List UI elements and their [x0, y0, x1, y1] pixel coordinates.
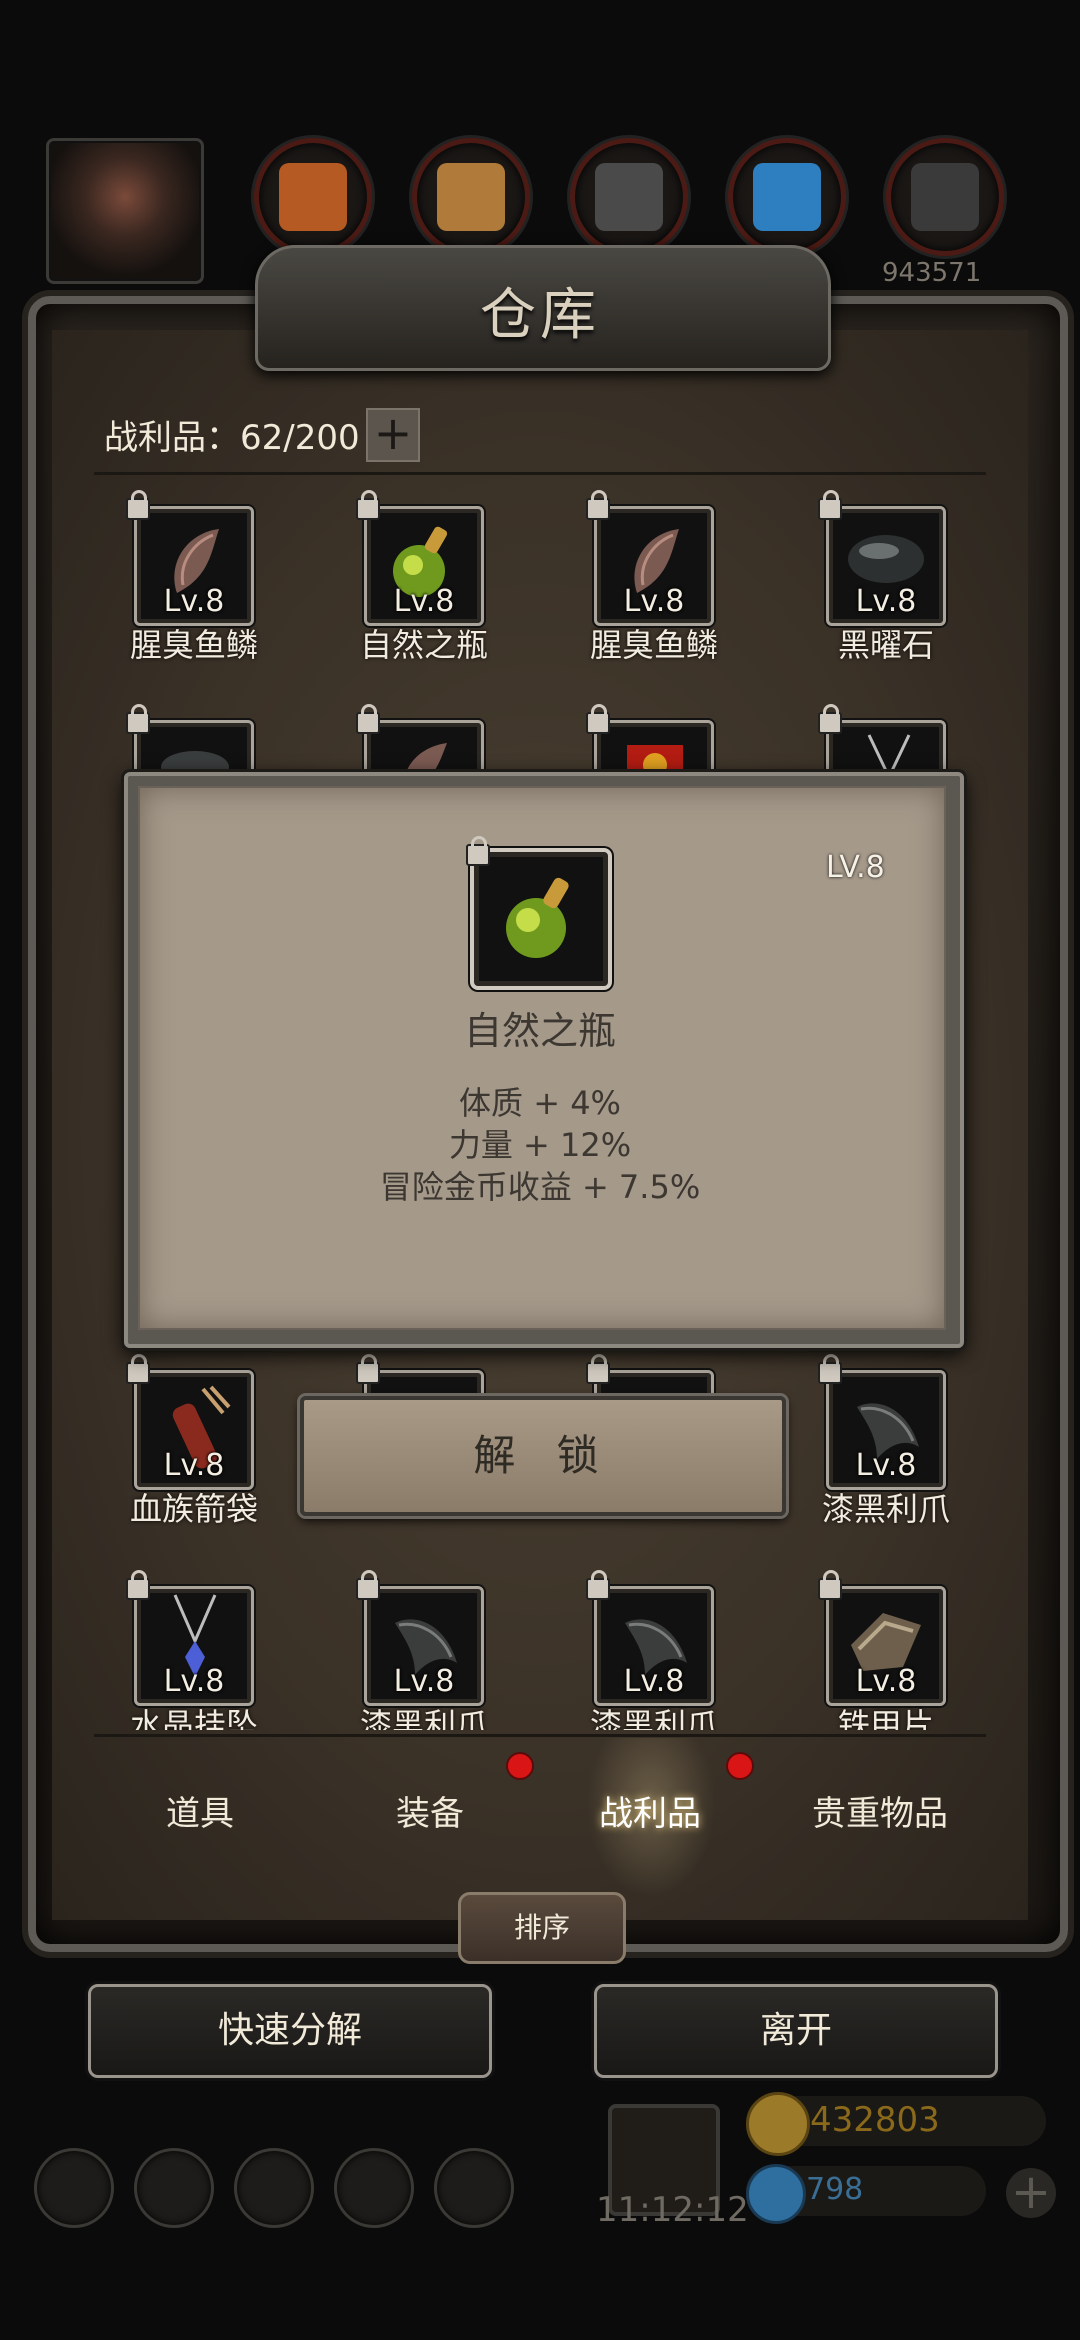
- lock-icon: [126, 704, 150, 734]
- mail-icon[interactable]: [334, 2148, 414, 2228]
- gem-icon: [746, 2164, 806, 2224]
- resource-stone-icon: [570, 138, 688, 256]
- gold-amount: 432803: [810, 2100, 940, 2140]
- item-name: 漆黑利爪: [359, 1706, 488, 1730]
- notification-badge: [506, 1752, 534, 1780]
- leave-button[interactable]: 离开: [594, 1984, 998, 2078]
- item-name: 黑曜石: [837, 626, 934, 664]
- inventory-slot[interactable]: Lv.8 漆黑利爪: [356, 1570, 488, 1730]
- item-name: 腥臭鱼鳞: [129, 626, 258, 664]
- capacity-label: 战利品：62/200: [104, 418, 360, 458]
- popup-stat-gold-bonus: 冒险金币收益 + 7.5%: [379, 1168, 701, 1206]
- item-level: Lv.8: [855, 584, 917, 619]
- inventory-slot[interactable]: Lv.8 血族箭袋: [126, 1354, 258, 1528]
- item-level: Lv.8: [163, 584, 225, 619]
- quick-decompose-button[interactable]: 快速分解: [88, 1984, 492, 2078]
- resource-ore-icon: [886, 138, 1004, 256]
- player-avatar[interactable]: [46, 138, 204, 284]
- crossed-swords-icon[interactable]: [434, 2148, 514, 2228]
- divider: [94, 1734, 986, 1737]
- resource-wood-icon: [412, 138, 530, 256]
- unlock-button[interactable]: 解 锁: [300, 1396, 786, 1516]
- lock-icon: [818, 1570, 842, 1600]
- resource-leather-icon: [254, 138, 372, 256]
- lock-icon: [818, 1354, 842, 1384]
- gold-coin-icon: [746, 2092, 810, 2156]
- lock-icon: [126, 1570, 150, 1600]
- gift-timer: 11:12:12: [596, 2190, 749, 2230]
- castle-icon[interactable]: [234, 2148, 314, 2228]
- popup-item-name: 自然之瓶: [463, 1009, 616, 1053]
- item-level: Lv.8: [855, 1664, 917, 1699]
- lock-icon: [586, 704, 610, 734]
- item-name: 血族箭袋: [129, 1490, 258, 1528]
- green-bottle-icon: [506, 877, 569, 958]
- lock-icon: [356, 490, 380, 520]
- inventory-slot[interactable]: Lv.8 漆黑利爪: [586, 1570, 718, 1730]
- item-name: 腥臭鱼鳞: [589, 626, 718, 664]
- tab-loot[interactable]: 战利品: [550, 1786, 750, 1835]
- lock-icon: [586, 1570, 610, 1600]
- popup-stat-strength: 力量 + 12%: [448, 1126, 632, 1164]
- divider: [94, 472, 986, 475]
- expand-capacity-button[interactable]: +: [366, 408, 420, 462]
- item-level: Lv.8: [393, 1664, 455, 1699]
- popup-stat-constitution: 体质 + 4%: [459, 1084, 621, 1122]
- lock-icon: [356, 1354, 380, 1384]
- popup-item-slot: [470, 848, 612, 990]
- item-level: Lv.8: [623, 584, 685, 619]
- item-name: 漆黑利爪: [821, 1490, 950, 1528]
- notification-badge: [726, 1752, 754, 1780]
- item-level: Lv.8: [623, 1664, 685, 1699]
- inventory-slot[interactable]: Lv.8 黑曜石: [818, 490, 946, 664]
- item-name: 铁甲片: [837, 1706, 934, 1730]
- inventory-slot[interactable]: Lv.8 水晶挂坠: [126, 1570, 258, 1730]
- lock-icon: [126, 490, 150, 520]
- item-name: 水晶挂坠: [129, 1706, 258, 1730]
- item-level: Lv.8: [855, 1448, 917, 1483]
- tab-items[interactable]: 道具: [100, 1786, 300, 1835]
- item-name: 自然之瓶: [359, 626, 488, 664]
- lock-icon: [818, 490, 842, 520]
- obsidian-icon: [848, 535, 924, 583]
- item-level: Lv.8: [163, 1448, 225, 1483]
- settings-icon[interactable]: [34, 2148, 114, 2228]
- item-level: Lv.8: [393, 584, 455, 619]
- inventory-slot[interactable]: Lv.8 漆黑利爪: [818, 1354, 950, 1528]
- lock-icon: [466, 836, 490, 866]
- resource-crystal-icon: [728, 138, 846, 256]
- tab-valuables[interactable]: 贵重物品: [780, 1786, 980, 1835]
- inventory-slot[interactable]: Lv.8 铁甲片: [818, 1570, 946, 1730]
- lock-icon: [126, 1354, 150, 1384]
- sort-button[interactable]: 排序: [458, 1892, 626, 1964]
- add-gems-button[interactable]: +: [1006, 2168, 1056, 2218]
- inventory-slot[interactable]: Lv.8 腥臭鱼鳞: [586, 490, 718, 664]
- tab-equipment[interactable]: 装备: [330, 1786, 530, 1835]
- lock-icon: [586, 490, 610, 520]
- lock-icon: [586, 1354, 610, 1384]
- shield-icon[interactable]: [134, 2148, 214, 2228]
- inventory-slot[interactable]: Lv.8 自然之瓶: [356, 490, 488, 664]
- lock-icon: [818, 704, 842, 734]
- lock-icon: [356, 1570, 380, 1600]
- item-name: 漆黑利爪: [589, 1706, 718, 1730]
- gem-amount: 798: [806, 2172, 864, 2207]
- inventory-slot[interactable]: Lv.8 腥臭鱼鳞: [126, 490, 258, 664]
- panel-title: 仓库: [480, 283, 600, 348]
- popup-item-level: LV.8: [826, 850, 885, 885]
- lock-icon: [356, 704, 380, 734]
- item-level: Lv.8: [163, 1664, 225, 1699]
